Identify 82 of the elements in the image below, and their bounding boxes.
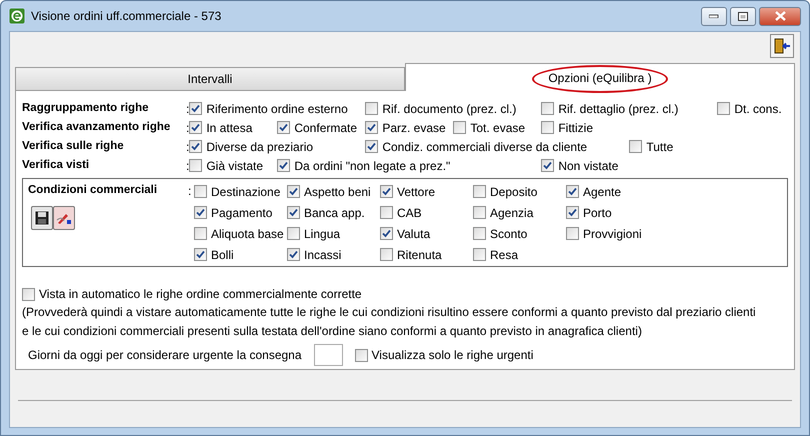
close-button[interactable] — [759, 6, 801, 26]
checkmark-icon — [196, 250, 205, 259]
note-text: e le cui condizioni commerciali presenti sulla testata dell'ordine siano conformi a quanto previsto in anagrafica clienti) — [22, 323, 643, 340]
separator: : — [186, 100, 190, 118]
checkbox-option[interactable]: Incassi — [287, 245, 342, 264]
checkmark-icon — [289, 187, 298, 196]
tab[interactable]: Opzioni (eQuilibra ) — [405, 63, 795, 91]
app-logo-icon — [9, 8, 25, 24]
section-label: Condizioni commerciali — [28, 183, 158, 198]
checkmark-icon — [382, 187, 391, 196]
minimize-button[interactable] — [701, 6, 727, 26]
window-title: Visione ordini uff.commerciale - 573 — [31, 8, 222, 25]
checkbox-option[interactable]: Aspetto beni — [287, 182, 371, 201]
checkbox-option[interactable]: Pagamento — [194, 203, 272, 222]
checkbox-option[interactable]: Agente — [566, 182, 622, 201]
exit-door-button[interactable] — [770, 34, 794, 58]
maximize-icon — [738, 12, 748, 20]
checkmark-icon — [568, 187, 577, 196]
checkbox-option[interactable]: Valuta — [380, 224, 430, 243]
checkbox-option[interactable]: Diverse da preziario — [189, 138, 314, 156]
days-input-field[interactable] — [314, 344, 343, 366]
checkbox-option[interactable]: Banca app. — [287, 203, 365, 222]
checkbox-option[interactable]: Tot. evase — [453, 118, 526, 136]
separator: : — [186, 158, 190, 174]
checkmark-icon — [196, 208, 205, 217]
row-label: Verifica avanzamento righe — [22, 120, 172, 135]
checkmark-icon — [279, 123, 288, 132]
checkmark-icon — [191, 104, 200, 113]
checkbox-option[interactable]: Riferimento ordine esterno — [189, 100, 348, 118]
checkbox-option[interactable]: Ritenuta — [380, 245, 442, 264]
note-text: (Provvederà quindi a vistare automaticamente tutte le righe le cui condizioni risultino essere conformi a quanto previsto dal preziario clienti — [22, 304, 757, 321]
row-label: Verifica visti — [22, 158, 90, 173]
pencil-icon — [56, 211, 72, 225]
checkbox-option[interactable]: Non vistate — [541, 156, 618, 174]
checkmark-icon — [279, 161, 288, 170]
checkbox-option[interactable]: Deposito — [473, 182, 538, 201]
maximize-button[interactable] — [730, 6, 756, 26]
checkbox-option[interactable]: Aliquota base — [194, 224, 284, 243]
checkmark-icon — [191, 142, 200, 151]
checkbox-option[interactable]: Vettore — [380, 182, 436, 201]
checkbox-option[interactable]: Dt. cons. — [717, 100, 782, 118]
minimize-icon — [709, 14, 719, 18]
checkbox-option[interactable]: Tutte — [629, 138, 674, 156]
checkmark-icon — [289, 250, 298, 259]
checkmark-icon — [382, 229, 391, 238]
checkbox-option[interactable]: CAB — [380, 203, 422, 222]
checkbox-option[interactable]: Già vistate — [189, 156, 264, 174]
checkbox-option[interactable]: In attesa — [189, 118, 252, 136]
row-label: Verifica sulle righe — [22, 138, 125, 154]
separator: : — [186, 138, 190, 156]
close-icon — [774, 11, 786, 21]
checkbox-option[interactable]: Parz. evase — [365, 118, 446, 136]
checkbox-option[interactable]: Provvigioni — [566, 224, 642, 243]
checkbox-option[interactable]: Bolli — [194, 245, 234, 264]
checkbox-option[interactable]: Lingua — [287, 224, 340, 243]
checkbox-option[interactable]: Rif. dettaglio (prez. cl.) — [541, 100, 678, 118]
checkmark-icon — [367, 142, 376, 151]
checkbox-option[interactable]: Porto — [566, 203, 612, 222]
save-button[interactable] — [31, 206, 53, 230]
checkmark-icon — [289, 208, 298, 217]
exit-door-icon — [774, 38, 790, 54]
edit-button[interactable] — [53, 206, 75, 230]
checkbox-option[interactable]: Destinazione — [194, 182, 280, 201]
row-label: Raggruppamento righe — [22, 100, 150, 116]
checkbox-option[interactable]: Confermate — [277, 118, 358, 136]
checkbox-option[interactable]: Sconto — [473, 224, 528, 243]
checkbox-option[interactable]: Visualizza solo le righe urgenti — [354, 346, 534, 364]
separator: : — [186, 120, 190, 136]
checkbox-option[interactable]: Fittizie — [541, 118, 594, 136]
separator: : — [188, 183, 192, 200]
checkmark-icon — [568, 208, 577, 217]
checkbox-option[interactable]: Vista in automatico le righe ordine commercialmente corrette — [22, 285, 362, 303]
checkbox-option[interactable]: Resa — [473, 245, 518, 264]
checkbox-option[interactable]: Agenzia — [473, 203, 534, 222]
checkbox-option[interactable]: Da ordini "non legate a prez." — [277, 156, 450, 174]
checkmark-icon — [191, 123, 200, 132]
tab[interactable]: Intervalli — [15, 67, 405, 91]
checkbox-option[interactable]: Condiz. commerciali diverse da cliente — [365, 138, 588, 156]
checkmark-icon — [367, 123, 376, 132]
checkmark-icon — [543, 161, 552, 170]
field-label: Giorni da oggi per considerare urgente la consegna — [28, 347, 302, 364]
checkbox-option[interactable]: Rif. documento (prez. cl.) — [365, 100, 516, 118]
